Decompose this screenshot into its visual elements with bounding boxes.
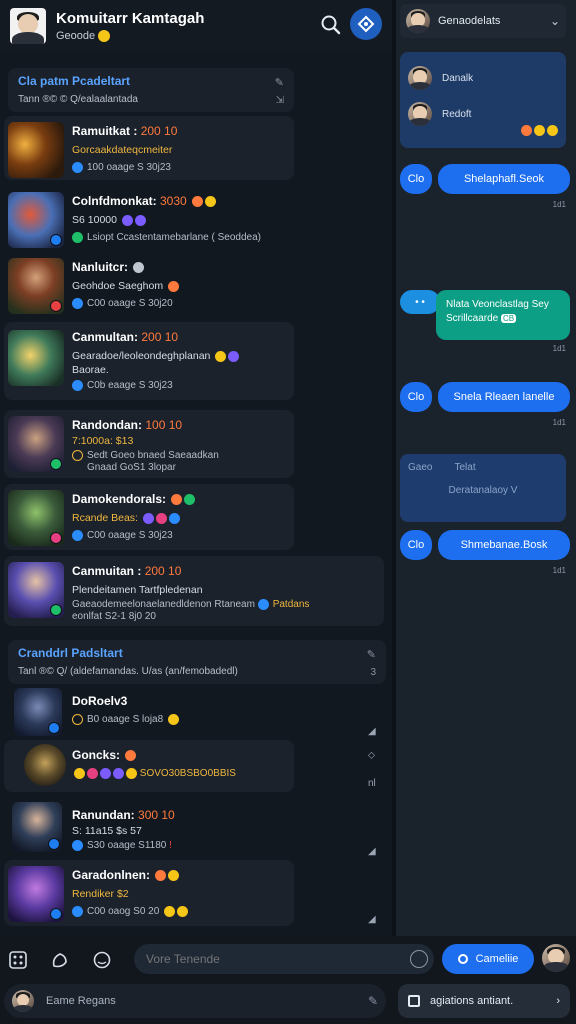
resize-icon[interactable]: ◢ [368,726,376,737]
message-row: Clo Shelaphafl.Seok 1d1 [400,164,570,214]
emoji-icon[interactable] [90,948,114,972]
section-header-1[interactable]: Cla patm Pcadeltart Tann ®© © Q/ealaalan… [8,68,294,112]
app-header: Komuitarr Kamtagah Geoode [0,0,392,52]
check-icon [72,298,83,309]
message-input[interactable] [134,944,374,974]
list-item[interactable]: Goncks: SOVO30BSBO0BBIS [4,740,294,792]
list-item[interactable]: Canmuitan : 200 10 Plendeitamen Tartfple… [4,556,384,626]
message-row: • • Nlata Veonclastlag Sey Scrillcaarde … [400,290,570,353]
grid-icon[interactable] [6,948,30,972]
contact-item[interactable]: Danalk [408,60,558,96]
edit-icon[interactable]: ✎ [368,994,378,1008]
game-thumbnail [8,122,64,178]
contact-avatar [408,66,432,90]
message-tag[interactable]: • • [400,290,440,314]
side-label-a: nl [368,778,376,789]
search-icon[interactable] [318,12,344,38]
sticker-icon[interactable] [48,948,72,972]
resize-icon[interactable]: ◢ [368,846,376,857]
message-time: 1d1 [552,418,566,427]
game-thumbnail [8,330,64,386]
send-button[interactable]: Cameliie [442,944,534,974]
my-avatar[interactable] [542,944,570,972]
reaction-emojis[interactable] [519,122,558,140]
pin-icon[interactable]: ✎ [367,648,376,661]
list-item[interactable]: Damokendorals: Rcande Beas: C00 oaage S … [4,484,294,550]
message-bubble[interactable]: Nlata Veonclastlag Sey Scrillcaarde CB [436,290,570,340]
app-subtitle: Geoode [56,30,204,43]
game-list-column: Komuitarr Kamtagah Geoode Cla patm Pcade… [0,0,392,936]
check-icon [72,906,83,917]
game-thumbnail [8,562,64,618]
section-title: Cla patm Pcadeltart [18,74,131,88]
game-thumbnail [8,866,64,922]
game-thumbnail [8,416,64,472]
message-bubble[interactable]: Shelaphafl.Seok [438,164,570,194]
check-icon [72,380,83,391]
message-time: 1d1 [552,344,566,353]
tag-icon[interactable]: ⬦ [368,750,375,761]
section-title: Cranddrl Padsltart [18,646,123,660]
check-icon [72,530,83,541]
message-tag[interactable]: Clo [400,164,432,194]
game-thumbnail [12,802,62,852]
list-item[interactable]: Nanluitcr: Geohdoe Saeghom C00 oaage S 3… [4,252,294,316]
compose-icon [357,15,375,33]
list-item[interactable]: Ramuitkat : 200 10 Gorcaakdateqcmeiter 1… [4,116,294,180]
message-time: 1d1 [552,566,566,575]
game-thumbnail [24,744,66,786]
section-meta: Tanl ®© Q/ (aldefamandas. U/as (an/femob… [18,666,238,677]
status-avatar [12,990,34,1012]
chat-panel: Genaodelats ⌄ Danalk Redoft Clo Shelapha… [396,0,576,936]
status-input[interactable]: Eame Regans ✎ [4,984,386,1018]
message-tag[interactable]: Clo [400,382,432,412]
contact-selector[interactable]: Genaodelats ⌄ [400,4,566,38]
game-thumbnail [8,258,64,314]
activity-icon [408,995,420,1007]
game-thumbnail [8,192,64,248]
message-row: Clo Shmebanae.Bosk 1d1 [400,530,570,580]
game-thumbnail [14,688,62,736]
contact-avatar [408,102,432,126]
smile-emoji-icon [98,30,111,43]
list-item[interactable]: Ranundan: 300 10 S: 11a15 $s 57 S30 oaag… [4,800,294,856]
message-row: Clo Snela Rleaen lanelle 1d1 [400,382,570,432]
message-bubble[interactable]: Snela Rleaen lanelle [438,382,570,412]
contacts-panel: Danalk Redoft [400,52,566,148]
pending-message-panel[interactable]: Gaeo Telat Deratanalaoy V [400,454,566,522]
contact-avatar [406,9,430,33]
chevron-right-icon: › [556,995,560,1007]
message-time: 1d1 [552,200,566,209]
list-item[interactable]: Colnfdmonkat: 3030 S6 10000 Lsiopt Ccast… [4,186,294,250]
game-thumbnail [8,490,64,546]
message-bubble[interactable]: Shmebanae.Bosk [438,530,570,560]
list-item[interactable]: DoRoelv3 B0 oaage S loja8 [4,686,294,738]
expand-icon[interactable]: ⇲ [276,95,284,106]
info-icon [257,599,269,610]
section-header-2[interactable]: Cranddrl Padsltart Tanl ®© Q/ (aldefaman… [8,640,386,684]
activity-button[interactable]: agiations antiant. › [398,984,570,1018]
list-item[interactable]: Garadonlnen: Rendiker $2 C00 oaog S0 20 [4,860,294,926]
section-meta: Tann ®© © Q/ealaalantada [18,94,138,105]
check-icon [72,232,83,243]
check-icon [72,162,83,173]
ring-icon [72,450,83,461]
check-icon [72,840,83,851]
message-tag[interactable]: Clo [400,530,432,560]
pin-icon[interactable]: ✎ [275,76,284,89]
app-title: Komuitarr Kamtagah [56,9,205,27]
resize-icon[interactable]: ◢ [368,914,376,925]
send-icon [457,954,468,964]
new-chat-button[interactable] [350,8,382,40]
section-count: 3 [370,667,376,678]
user-avatar[interactable] [10,8,46,44]
chevron-down-icon[interactable]: ⌄ [550,14,560,28]
message-composer[interactable] [134,944,434,974]
emoji-picker-icon[interactable] [410,950,428,968]
list-item[interactable]: Canmultan: 200 10 Gearadoe/leoleondeghpl… [4,322,294,400]
bottom-bar: Cameliie Eame Regans ✎ agiations antiant… [0,936,576,1024]
list-item[interactable]: Randondan: 100 10 7:1000a: $13 Sedt Goeo… [4,410,294,478]
ring-icon [72,714,83,725]
